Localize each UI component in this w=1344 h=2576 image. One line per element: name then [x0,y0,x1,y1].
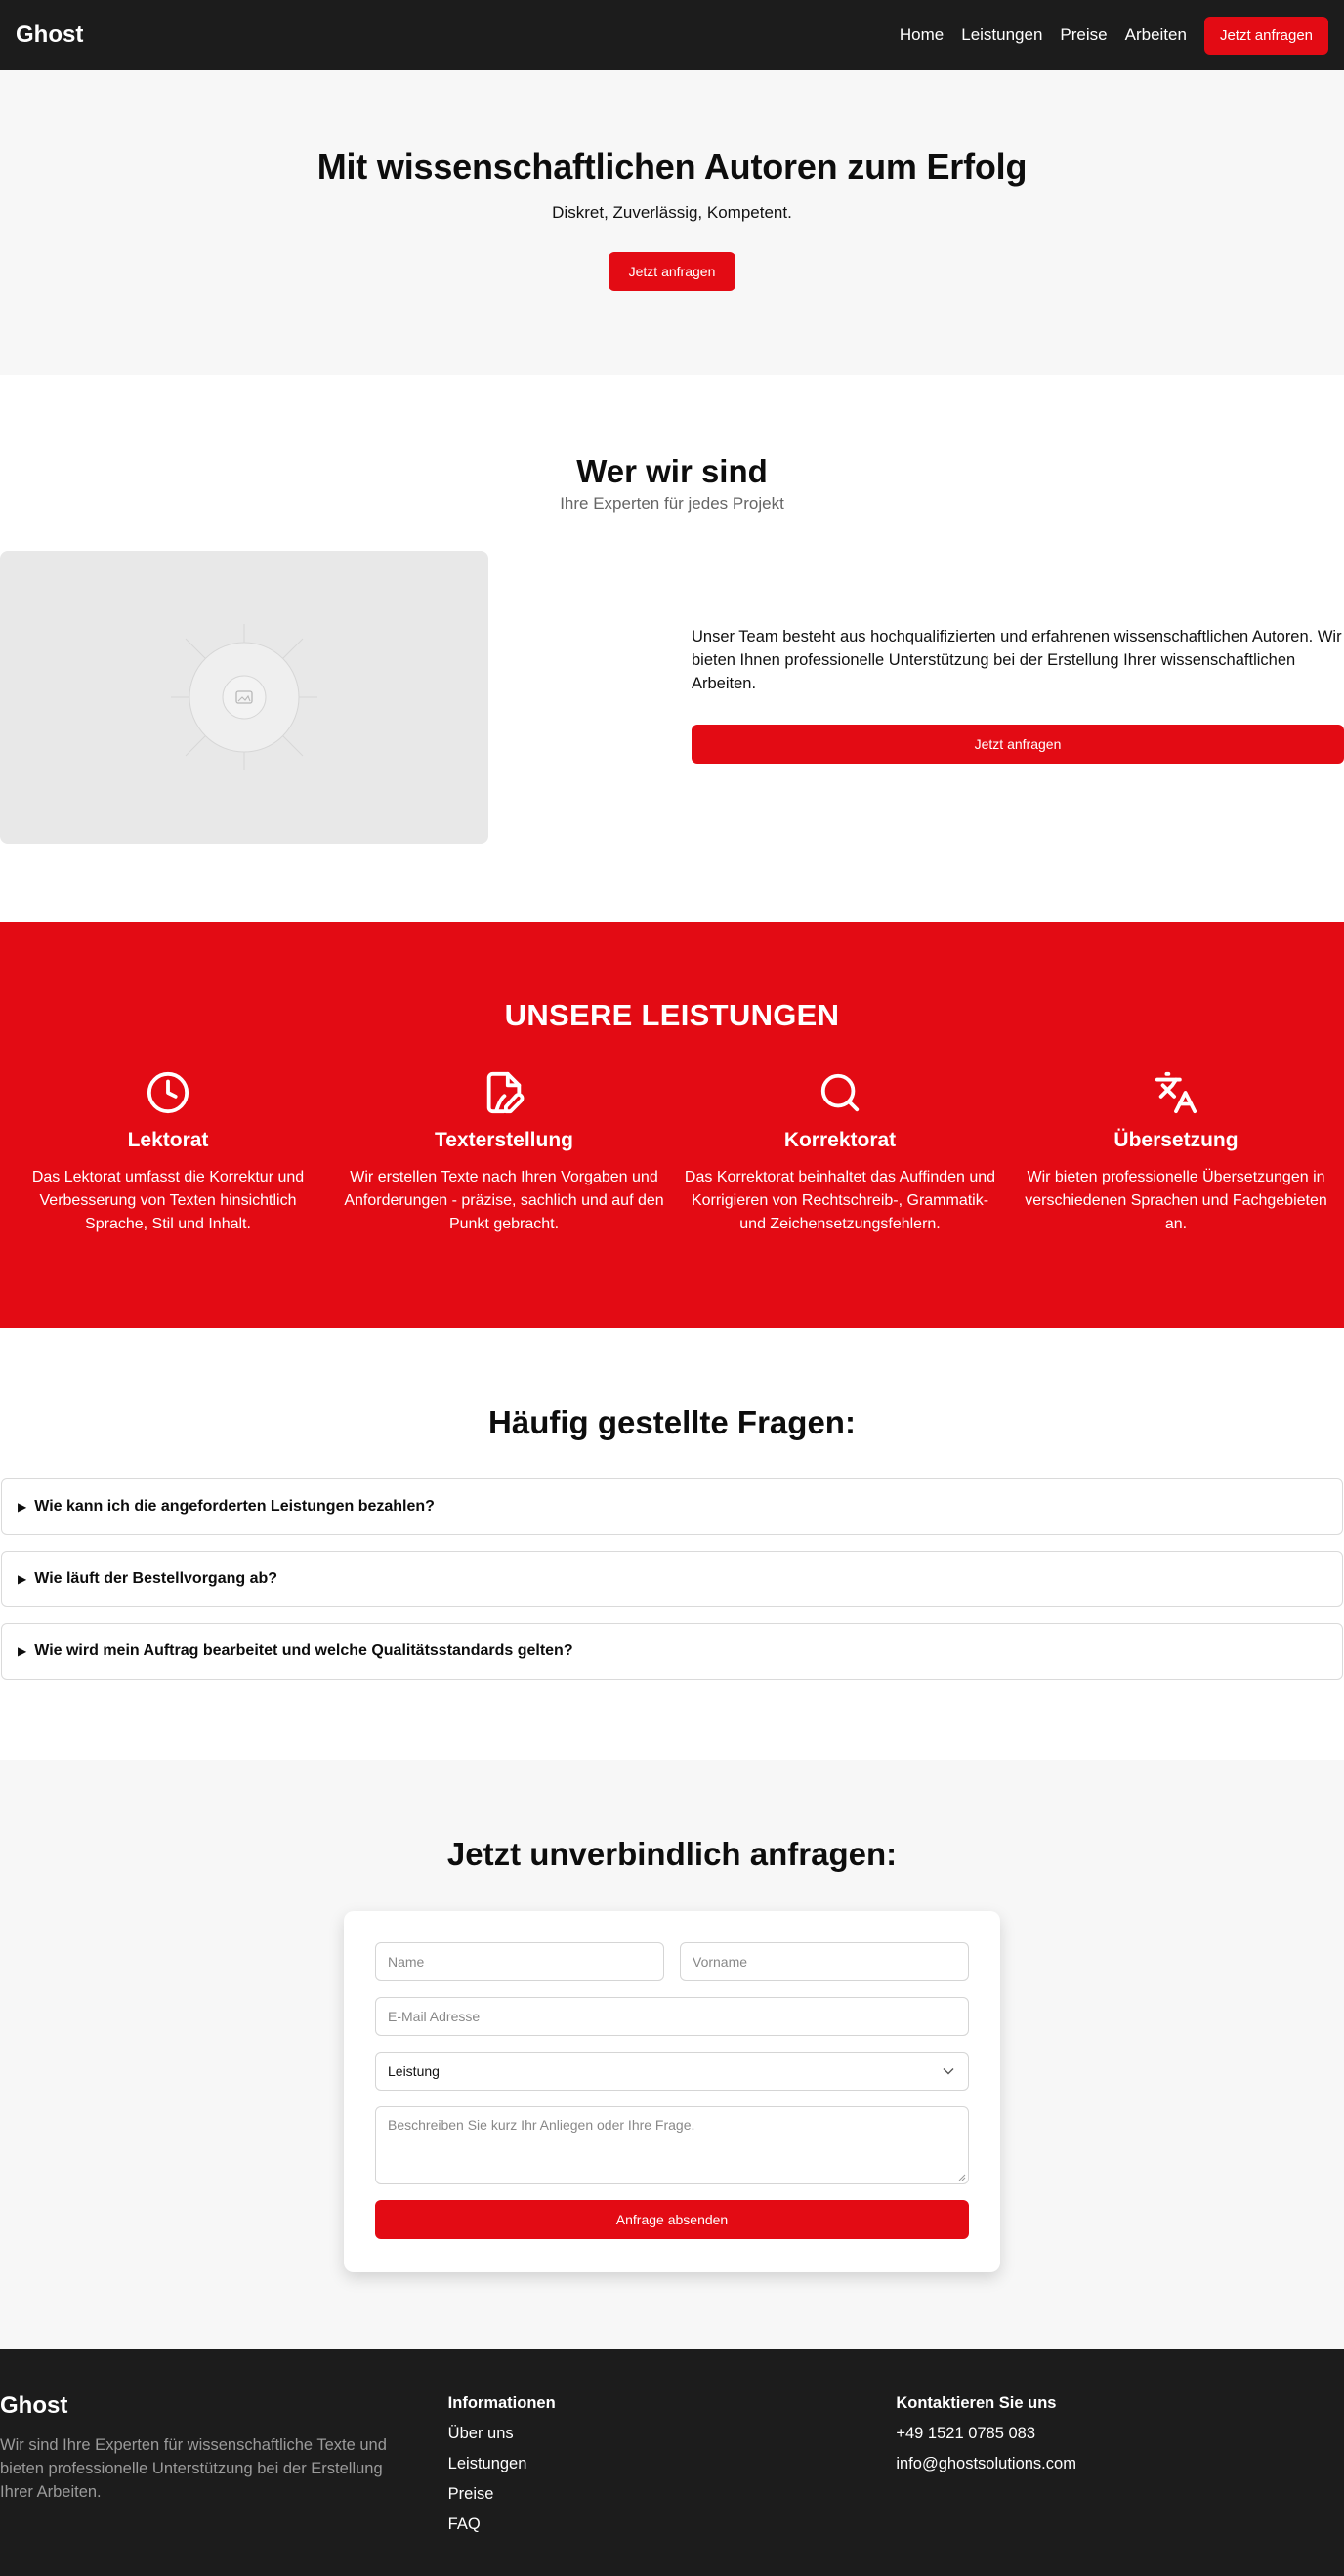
service-text: Das Lektorat umfasst die Korrektur und V… [31,1169,305,1232]
hero-section: Mit wissenschaftlichen Autoren zum Erfol… [0,70,1344,375]
service-card-korrektorat: Korrektorat Das Korrektorat beinhaltet d… [672,1070,1008,1236]
service-select-value: Leistung [388,2063,440,2079]
brand-logo[interactable]: Ghost [16,21,83,49]
about-section: Wer wir sind Ihre Experten für jedes Pro… [0,375,1344,922]
footer-info-column: Informationen Über uns Leistungen Preise… [448,2389,897,2576]
hero-title: Mit wissenschaftlichen Autoren zum Erfol… [316,146,1028,187]
service-text: Das Korrektorat beinhaltet das Auffinden… [684,1169,996,1232]
name-field[interactable]: Name [375,1942,664,1981]
about-subtitle: Ihre Experten für jedes Projekt [560,494,784,513]
about-cta-button[interactable]: Jetzt anfragen [692,725,1344,764]
name-row: Name Vorname [375,1942,969,1981]
service-select[interactable]: Leistung [375,2052,969,2091]
faq-title: Häufig gestellte Fragen: [488,1404,856,1440]
footer-contact-column: Kontaktieren Sie uns +49 1521 0785 083 i… [896,2389,1344,2576]
caret-right-icon: ▶ [18,1572,27,1586]
services-title: UNSERE LEISTUNGEN [504,998,840,1032]
footer-link-ueber-uns[interactable]: Über uns [448,2425,897,2443]
footer-description: Wir sind Ihre Experten für wissenschaftl… [0,2436,387,2501]
faq-section: Häufig gestellte Fragen: ▶ Wie kann ich … [0,1328,1344,1760]
contact-form: Name Vorname E-Mail Adresse Leistung Bes… [344,1911,1000,2272]
footer-about-column: Ghost Wir sind Ihre Experten für wissens… [0,2389,448,2576]
footer-link-faq[interactable]: FAQ [448,2515,897,2534]
services-grid: Lektorat Das Lektorat umfasst die Korrek… [0,1070,1344,1236]
hero-cta-button[interactable]: Jetzt anfragen [609,252,735,291]
faq-item[interactable]: ▶ Wie läuft der Bestellvorgang ab? [1,1551,1343,1607]
service-card-lektorat: Lektorat Das Lektorat umfasst die Korrek… [0,1070,336,1236]
footer-brand: Ghost [0,2392,68,2419]
services-section: UNSERE LEISTUNGEN Lektorat Das Lektorat … [0,922,1344,1328]
service-title: Texterstellung [435,1129,573,1151]
service-title: Lektorat [127,1129,209,1151]
faq-question: Wie wird mein Auftrag bearbeitet und wel… [34,1642,573,1659]
service-text: Wir erstellen Texte nach Ihren Vorgaben … [344,1169,664,1232]
service-card-texterstellung: Texterstellung Wir erstellen Texte nach … [336,1070,672,1236]
about-image [0,551,488,844]
about-title: Wer wir sind [576,453,768,489]
faq-item[interactable]: ▶ Wie kann ich die angeforderten Leistun… [1,1478,1343,1535]
contact-title: Jetzt unverbindlich anfragen: [446,1836,898,1872]
resize-handle-icon[interactable] [958,2174,966,2181]
footer-phone[interactable]: +49 1521 0785 083 [896,2425,1344,2443]
footer-info-heading: Informationen [447,2394,556,2412]
top-navbar: Ghost Home Leistungen Preise Arbeiten Je… [0,0,1344,70]
nav-link-home[interactable]: Home [900,25,944,45]
image-placeholder-icon [171,624,317,770]
nav-link-arbeiten[interactable]: Arbeiten [1125,25,1187,45]
service-title: Korrektorat [783,1129,897,1151]
service-card-uebersetzung: Übersetzung Wir bieten professionelle Üb… [1008,1070,1344,1236]
nav-link-leistungen[interactable]: Leistungen [961,25,1042,45]
about-text-block: Unser Team besteht aus hochqualifizierte… [692,625,1344,764]
footer-link-leistungen[interactable]: Leistungen [448,2455,897,2473]
service-text: Wir bieten professionelle Übersetzungen … [1025,1169,1327,1232]
footer: Ghost Wir sind Ihre Experten für wissens… [0,2349,1344,2576]
submit-button[interactable]: Anfrage absenden [375,2200,969,2239]
search-icon [820,1073,860,1112]
vorname-field[interactable]: Vorname [680,1942,969,1981]
caret-right-icon: ▶ [18,1500,27,1514]
translate-icon [1155,1071,1197,1114]
faq-question: Wie läuft der Bestellvorgang ab? [34,1570,278,1587]
file-pen-icon [486,1071,525,1114]
footer-link-preise[interactable]: Preise [448,2485,897,2504]
nav-links: Home Leistungen Preise Arbeiten Jetzt an… [882,16,1328,55]
email-field[interactable]: E-Mail Adresse [375,1997,969,2036]
faq-item[interactable]: ▶ Wie wird mein Auftrag bearbeitet und w… [1,1623,1343,1680]
nav-cta-button[interactable]: Jetzt anfragen [1203,16,1328,55]
caret-right-icon: ▶ [18,1644,27,1658]
chevron-down-icon [943,2068,954,2075]
faq-list: ▶ Wie kann ich die angeforderten Leistun… [0,1478,1344,1680]
footer-email[interactable]: info@ghostsolutions.com [896,2455,1344,2473]
faq-question: Wie kann ich die angeforderten Leistunge… [34,1498,435,1515]
service-title: Übersetzung [1113,1129,1239,1151]
message-placeholder: Beschreiben Sie kurz Ihr Anliegen oder I… [388,2117,695,2133]
hero-subtitle: Diskret, Zuverlässig, Kompetent. [552,203,792,222]
footer-contact-heading: Kontaktieren Sie uns [896,2394,1057,2412]
about-text: Unser Team besteht aus hochqualifizierte… [692,628,1342,692]
nav-link-preise[interactable]: Preise [1060,25,1107,45]
clock-icon [147,1071,189,1114]
message-field[interactable]: Beschreiben Sie kurz Ihr Anliegen oder I… [375,2106,969,2184]
